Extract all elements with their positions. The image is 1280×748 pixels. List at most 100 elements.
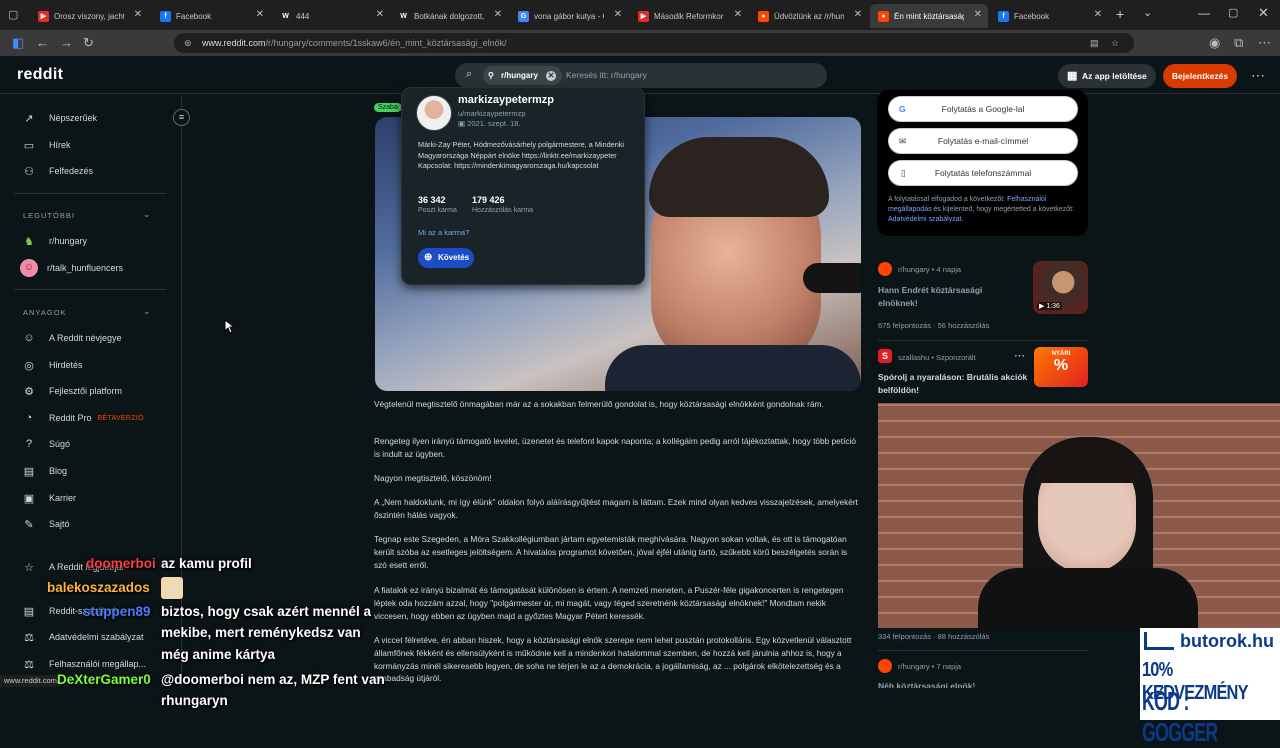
sidebar-item-help[interactable]: ? Súgó — [22, 436, 70, 452]
card-subreddit[interactable]: r/hungary — [898, 662, 930, 671]
sidebar-item-label: Adatvédelmi szabályzat — [49, 632, 144, 642]
new-tab-button[interactable]: + — [1116, 6, 1124, 22]
extensions-icon[interactable]: ⧉ — [1234, 35, 1243, 51]
url-field[interactable]: ⊜ www.reddit.com/r/hungary/comments/1ssk… — [174, 33, 1134, 53]
sidebar-item-blog[interactable]: ▤ Blog — [22, 463, 67, 479]
reddit-logo[interactable]: reddit — [17, 66, 63, 84]
close-tab-icon[interactable]: ✕ — [854, 9, 862, 20]
karma-help-link[interactable]: Mi az a karma? — [418, 228, 469, 237]
resources-header[interactable]: ANYAGOK ⌄ — [23, 306, 151, 317]
chip-remove-icon[interactable]: ✕ — [546, 71, 557, 81]
tab-favicon-icon: G — [518, 10, 529, 22]
card-meta: r/hungary • 7 napja — [898, 662, 962, 671]
sidebar-item-about[interactable]: ☺ A Reddit névjegye — [22, 330, 121, 346]
profile-icon[interactable]: ◉ — [1209, 35, 1220, 51]
chat-message: rhungaryn — [161, 693, 228, 708]
card-subreddit[interactable]: r/hungary — [898, 265, 930, 274]
tab-list-icon[interactable]: ⌄ — [1143, 6, 1152, 19]
close-tab-icon[interactable]: ✕ — [494, 9, 502, 20]
sidebar-item-explore[interactable]: ⚇ Felfedezés — [22, 163, 93, 179]
browser-tab[interactable]: f Facebook ✕ — [990, 4, 1108, 28]
google-login-button[interactable]: G Folytatás a Google-lal — [888, 96, 1078, 122]
forward-icon[interactable]: → — [60, 35, 73, 50]
browser-tab[interactable]: ▶ Orosz viszony, jachtozás ✕ — [30, 4, 148, 28]
sidebar-item-reddit-pro[interactable]: ◔ Reddit Pro BÉTAVERZIÓ — [22, 410, 144, 426]
tab-sidebar-icon[interactable]: ◧ — [12, 35, 24, 51]
press-icon: ✎ — [24, 518, 34, 531]
get-app-button[interactable]: ▦ Az app letöltése — [1058, 64, 1156, 88]
minimize-icon[interactable]: — — [1198, 6, 1210, 20]
site-info-icon[interactable]: ⊜ — [184, 33, 192, 53]
browser-tab[interactable]: f Facebook ✕ — [152, 4, 270, 28]
close-window-icon[interactable]: ✕ — [1258, 5, 1269, 21]
close-tab-icon[interactable]: ✕ — [134, 9, 142, 20]
beta-badge: BÉTAVERZIÓ — [97, 414, 144, 422]
browser-tab[interactable]: ● Én mint köztársasági ✕ — [870, 4, 988, 28]
phone-login-button[interactable]: ▯ Folytatás telefonszámmal — [888, 160, 1078, 186]
ad-thumbnail[interactable]: NYÁRI % — [1034, 347, 1088, 387]
hovercard-username[interactable]: markizaypetermzp — [458, 94, 554, 106]
browser-tab[interactable]: W 444 ✕ — [272, 4, 390, 28]
subreddit-chip[interactable]: ⚲ r/hungary ✕ — [483, 66, 563, 85]
sidebar-item-r-hungary[interactable]: ♞ r/hungary — [22, 233, 87, 249]
recent-header[interactable]: LEGUTÓBBI ⌄ — [23, 209, 151, 220]
card-title[interactable]: Néh köztársasági elnök! — [878, 680, 1018, 688]
sponsor-banner: butorok.hu 10% KEDVEZMÉNY KÓD : GOGGER — [1140, 628, 1280, 747]
sidebar-item-label: Hirdetés — [49, 360, 83, 370]
card-thumbnail[interactable]: ▶ 1:36 — [1033, 261, 1088, 314]
maximize-icon[interactable]: ▢ — [1228, 6, 1238, 19]
rules-icon: ▤ — [23, 605, 35, 618]
collapse-sidebar-icon[interactable]: ≡ — [173, 109, 190, 126]
ad-more-icon[interactable]: ⋯ — [1014, 349, 1025, 362]
sidebar-item-press[interactable]: ✎ Sajtó — [22, 516, 69, 532]
browser-tab-bar: ▢ ▶Orosz viszony, jachtozás✕fFacebook✕W4… — [0, 0, 1280, 30]
browser-tab[interactable]: ● Üdvözlünk az /r/hunga ✕ — [750, 4, 868, 28]
sidebar-item-advertise[interactable]: ◎ Hirdetés — [22, 357, 83, 373]
browser-tab[interactable]: Gvona gábor kutya - Go ✕ — [510, 4, 628, 28]
developer-icon: ⚙ — [24, 385, 34, 398]
chat-message: @doomerboi nem az, MZP fent van — [161, 672, 385, 687]
close-tab-icon[interactable]: ✕ — [256, 9, 264, 20]
ad-advertiser[interactable]: szallashu — [898, 353, 929, 362]
favorite-icon[interactable]: ☆ — [1111, 33, 1119, 53]
login-button[interactable]: Bejelentkezés — [1163, 64, 1237, 88]
careers-icon: ▣ — [23, 492, 35, 505]
post-paragraph: A viccet félretéve, én abban hiszek, hog… — [374, 635, 852, 684]
reader-icon[interactable]: ▤ — [1090, 33, 1099, 53]
browser-tab[interactable]: ▶ Második Reformkor - Y ✕ — [630, 4, 748, 28]
close-tab-icon[interactable]: ✕ — [614, 9, 622, 20]
sidebar-item-developer[interactable]: ⚙ Fejlesztői platform — [22, 383, 122, 399]
card-age: 7 napja — [936, 662, 962, 671]
email-login-button[interactable]: ✉ Folytatás e-mail-címmel — [888, 128, 1078, 154]
sidebar-item-privacy[interactable]: ⚖ Adatvédelmi szabályzat — [22, 629, 144, 645]
privacy-policy-link[interactable]: Adatvédelmi szabályzat — [888, 216, 962, 223]
user-avatar[interactable] — [416, 95, 452, 131]
more-options-icon[interactable]: ⋯ — [1251, 67, 1265, 84]
close-tab-icon[interactable]: ✕ — [974, 9, 982, 20]
reload-icon[interactable]: ↻ — [83, 35, 94, 51]
sponsor-brand: butorok.hu — [1180, 631, 1274, 651]
more-browser-icon[interactable]: ⋯ — [1258, 35, 1271, 51]
close-tab-icon[interactable]: ✕ — [376, 9, 384, 20]
terms-end: . — [961, 216, 964, 223]
ad-title[interactable]: Spórolj a nyaraláson: Brutális akciók be… — [878, 371, 1028, 397]
card-title[interactable]: Hann Endrét köztársasági elnöknek! — [878, 284, 1018, 310]
sidebar-item-news[interactable]: ▭ Hírek — [22, 137, 71, 153]
subreddit-chip-label: r/hungary — [501, 71, 538, 80]
close-tab-icon[interactable]: ✕ — [734, 9, 742, 20]
tab-actions-icon[interactable]: ▢ — [8, 8, 18, 21]
follow-button[interactable]: ⊕ Követés — [418, 248, 474, 268]
search-placeholder: Keresés itt: r/hungary — [566, 70, 647, 80]
advertise-icon: ◎ — [24, 359, 34, 372]
post-flair[interactable]: Szaba — [374, 103, 402, 112]
mail-icon: ✉ — [899, 136, 907, 146]
sidebar-item-r-talk-hunfluencers[interactable]: ☺ r/talk_hunfluencers — [20, 259, 123, 277]
back-icon[interactable]: ← — [36, 35, 49, 50]
close-tab-icon[interactable]: ✕ — [1094, 9, 1102, 20]
browser-tab[interactable]: W Botkának dolgozott, M ✕ — [390, 4, 508, 28]
sidebar-item-careers[interactable]: ▣ Karrier — [22, 490, 76, 506]
tab-favicon-icon: f — [160, 10, 171, 22]
tab-title: 444 — [296, 11, 310, 21]
sidebar-item-popular[interactable]: ↗ Népszerűek — [22, 110, 97, 126]
search-bar[interactable]: ⌕ ⚲ r/hungary ✕ Keresés itt: r/hungary — [455, 63, 827, 88]
